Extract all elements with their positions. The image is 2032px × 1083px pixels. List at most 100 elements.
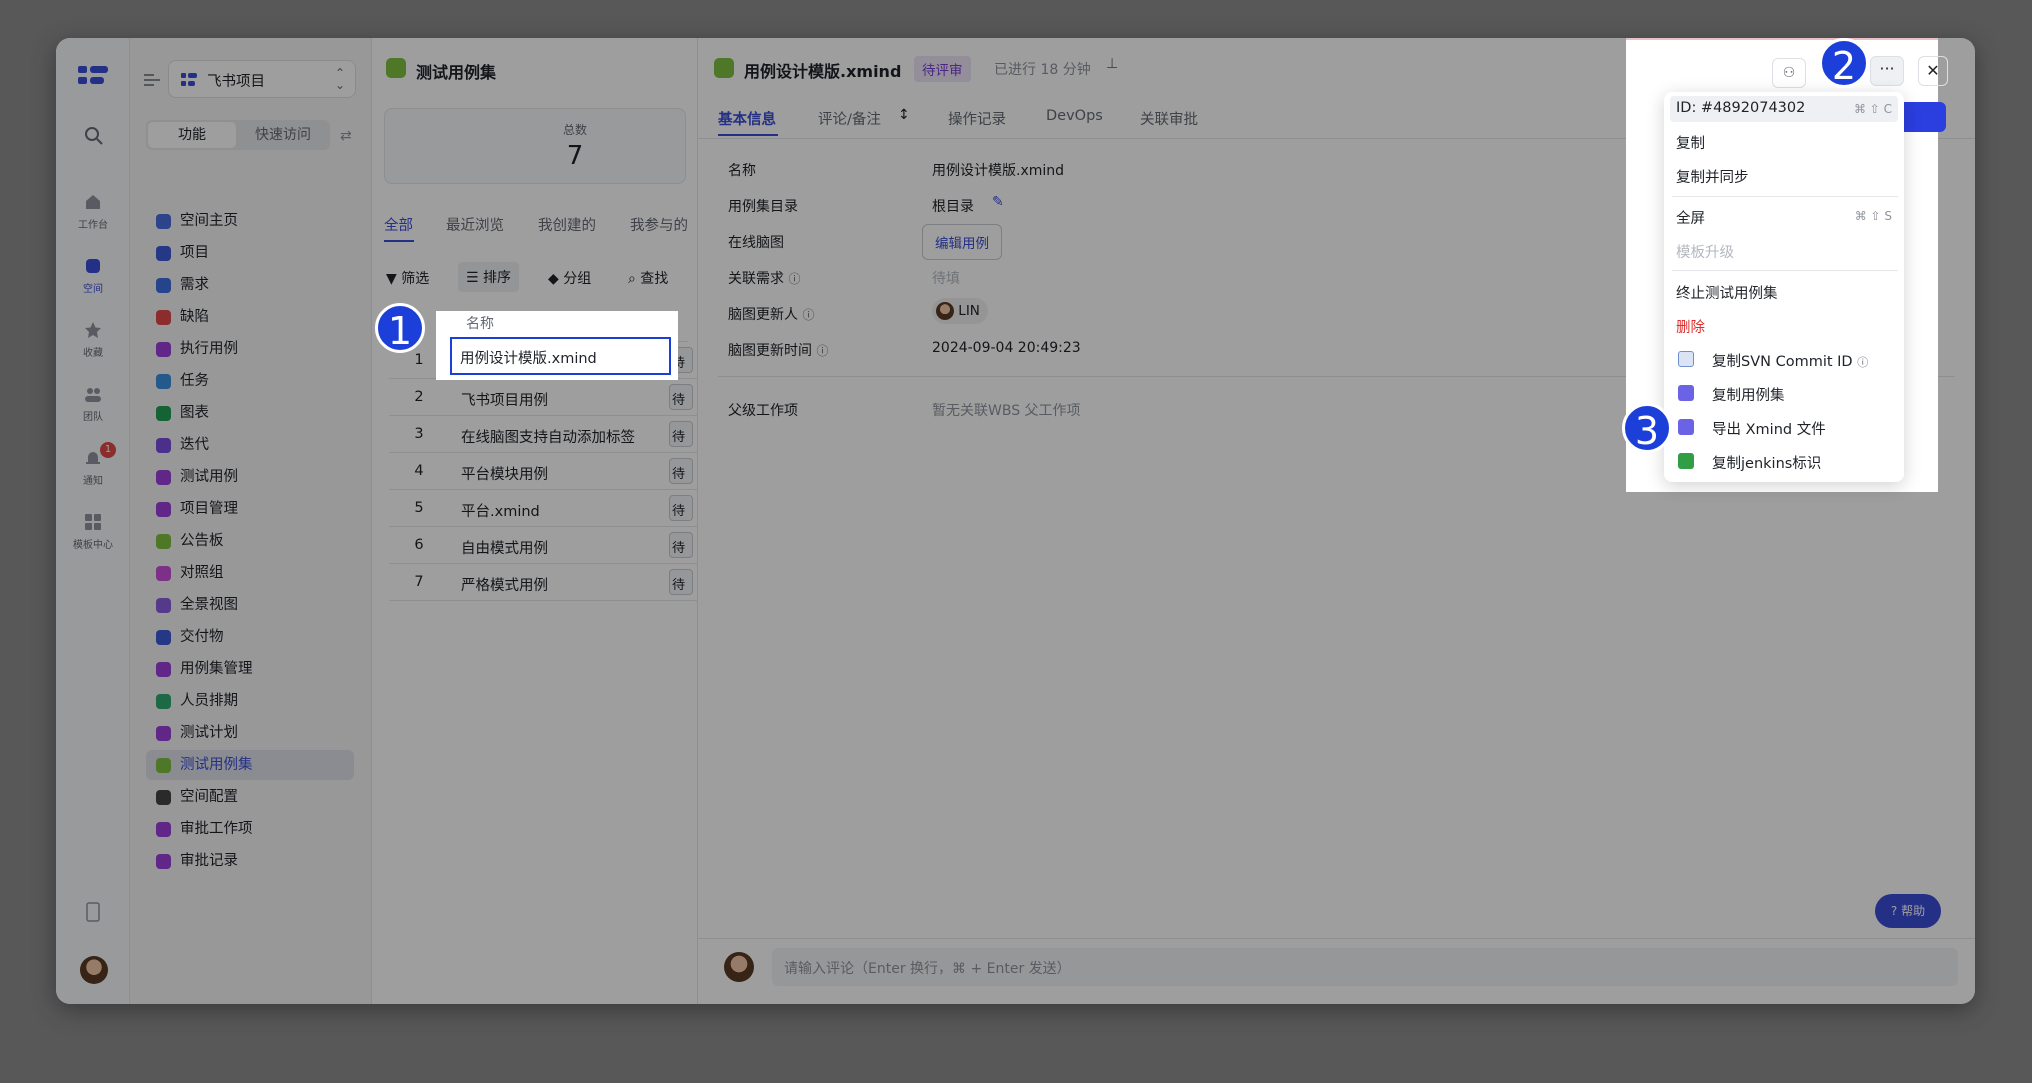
rail-notify[interactable]: 通知 1 [56, 442, 130, 487]
status-badge[interactable]: 待评审 [914, 56, 971, 82]
table-row[interactable]: 6 自由模式用例 待 [389, 527, 698, 564]
sidebar-item[interactable]: 交付物 [146, 622, 354, 652]
sidebar-item[interactable]: 迭代 [146, 430, 354, 460]
sidebar-item[interactable]: 任务 [146, 366, 354, 396]
filter-button[interactable]: ▼ 筛选 [386, 268, 429, 288]
menu-divider [1672, 196, 1898, 197]
table-row[interactable]: 5 平台.xmind 待 [389, 490, 698, 527]
toggle-quick[interactable]: 快速访问 [238, 122, 328, 148]
updater-avatar [936, 302, 954, 320]
case-set-icon [1678, 385, 1694, 401]
sidebar-collapse-icon[interactable] [144, 72, 160, 91]
table-row[interactable]: 7 严格模式用例 待 [389, 564, 698, 601]
comment-input[interactable]: 请输入评论（Enter 换行，⌘ + Enter 发送） [772, 948, 1958, 986]
sidebar-item[interactable]: 项目管理 [146, 494, 354, 524]
rail-workbench[interactable]: 工作台 [56, 192, 130, 231]
sidebar-item[interactable]: 公告板 [146, 526, 354, 556]
rail-templates[interactable]: 模板中心 [56, 512, 130, 551]
sidebar-item[interactable]: 测试用例 [146, 462, 354, 492]
menu-item-copy-sync[interactable]: 复制并同步 [1676, 166, 1749, 187]
sidebar-item[interactable]: 人员排期 [146, 686, 354, 716]
table-row[interactable]: 2 飞书项目用例 待 [389, 379, 698, 416]
updater-chip[interactable]: LIN [932, 298, 988, 324]
first-row-name-cell[interactable]: 用例设计模版.xmind [450, 337, 671, 375]
app-logo[interactable] [78, 64, 110, 90]
list-tab-recent[interactable]: 最近浏览 [446, 214, 504, 235]
menu-item-id[interactable]: ID: #4892074302 ⌘ ⇧ C [1676, 100, 1892, 116]
swap-icon[interactable]: ⇄ [340, 128, 352, 144]
tab-history[interactable]: 操作记录 [948, 108, 1006, 129]
field-name-label: 名称 [728, 163, 756, 179]
avatar[interactable] [80, 956, 108, 984]
svn-icon [1678, 351, 1694, 367]
menu-item-copy-jenkins[interactable]: 复制jenkins标识 [1712, 452, 1821, 473]
list-tab-all[interactable]: 全部 [384, 214, 413, 235]
tab-comments[interactable]: 评论/备注 [818, 108, 881, 129]
close-button[interactable]: ✕ [1918, 56, 1948, 86]
menu-item-export-xmind[interactable]: 导出 Xmind 文件 [1712, 418, 1826, 439]
notify-badge: 1 [100, 442, 116, 458]
sidebar-item[interactable]: 审批工作项 [146, 814, 354, 844]
sort-button[interactable]: ☰ 排序 [458, 262, 520, 292]
sidebar-item[interactable]: 缺陷 [146, 302, 354, 332]
sidebar-item[interactable]: 项目 [146, 238, 354, 268]
nav-item-icon [156, 214, 171, 229]
row-name: 平台模块用例 [461, 467, 548, 483]
primary-action-edge[interactable] [1900, 102, 1946, 132]
comment-avatar [724, 952, 754, 982]
menu-item-fullscreen[interactable]: 全屏 ⌘ ⇧ S [1676, 207, 1892, 228]
add-member-icon[interactable]: ⚇ [1772, 58, 1806, 88]
tab-devops[interactable]: DevOps [1046, 108, 1103, 124]
find-icon: ⌕ [628, 271, 641, 287]
more-button[interactable]: ··· [1870, 56, 1904, 86]
sidebar-item[interactable]: 图表 [146, 398, 354, 428]
highlight-name-column: 名称 用例设计模版.xmind [436, 311, 678, 380]
rail-space[interactable]: 空间 [56, 256, 130, 295]
sidebar-item[interactable]: 需求 [146, 270, 354, 300]
xmind-icon [1678, 419, 1694, 435]
help-button[interactable]: ? 帮助 [1875, 894, 1941, 928]
toggle-feature[interactable]: 功能 [148, 122, 236, 148]
elapsed-text: 已进行 18 分钟 [994, 62, 1091, 78]
menu-item-copy-case-set[interactable]: 复制用例集 [1712, 384, 1785, 405]
rail-team[interactable]: 团队 [56, 384, 130, 423]
phone-icon[interactable] [86, 902, 100, 926]
sidebar-item[interactable]: 测试计划 [146, 718, 354, 748]
table-row[interactable]: 3 在线脑图支持自动添加标签 待 [389, 416, 698, 453]
edit-pencil-icon[interactable]: ✎ [992, 194, 1004, 210]
tab-approval[interactable]: 关联审批 [1140, 108, 1198, 129]
menu-item-copy[interactable]: 复制 [1676, 132, 1705, 153]
menu-item-template-upgrade: 模板升级 [1676, 245, 1734, 261]
nav-item-icon [156, 342, 171, 357]
detail-title-icon [714, 58, 734, 78]
menu-item-delete[interactable]: 删除 [1676, 316, 1705, 337]
group-button[interactable]: ◆ 分组 [548, 268, 591, 288]
sidebar-item[interactable]: 空间主页 [146, 206, 354, 236]
field-req-value[interactable]: 待填 [932, 268, 960, 288]
tab-basic[interactable]: 基本信息 [718, 108, 776, 129]
row-number: 4 [414, 463, 424, 479]
menu-item-copy-svn[interactable]: 复制SVN Commit ID ⓘ [1712, 350, 1868, 371]
nav-item-icon [156, 854, 171, 869]
sidebar-item[interactable]: 测试用例集 [146, 750, 354, 780]
table-row[interactable]: 4 平台模块用例 待 [389, 453, 698, 490]
sidebar-item[interactable]: 对照组 [146, 558, 354, 588]
field-parent-label: 父级工作项 [728, 403, 798, 419]
list-tab-created[interactable]: 我创建的 [538, 214, 596, 235]
sidebar-item[interactable]: 审批记录 [146, 846, 354, 876]
row-status: 待 [669, 532, 693, 558]
sidebar-item[interactable]: 执行用例 [146, 334, 354, 364]
pin-icon[interactable]: ⊥ [1106, 56, 1118, 72]
edit-case-button[interactable]: 编辑用例 [922, 224, 1002, 260]
list-tab-joined[interactable]: 我参与的 [630, 214, 688, 235]
sidebar-item[interactable]: 全景视图 [146, 590, 354, 620]
rail-favorites[interactable]: 收藏 [56, 320, 130, 359]
sidebar-item[interactable]: 用例集管理 [146, 654, 354, 684]
nav-item-icon [156, 790, 171, 805]
chevron-updown-icon: ⌃ ⌄ [335, 66, 346, 92]
sidebar-item[interactable]: 空间配置 [146, 782, 354, 812]
find-button[interactable]: ⌕ 查找 [628, 268, 668, 288]
search-icon[interactable] [84, 126, 104, 150]
menu-item-terminate[interactable]: 终止测试用例集 [1676, 282, 1778, 303]
project-select[interactable]: 飞书项目 ⌃ ⌄ [168, 60, 356, 98]
